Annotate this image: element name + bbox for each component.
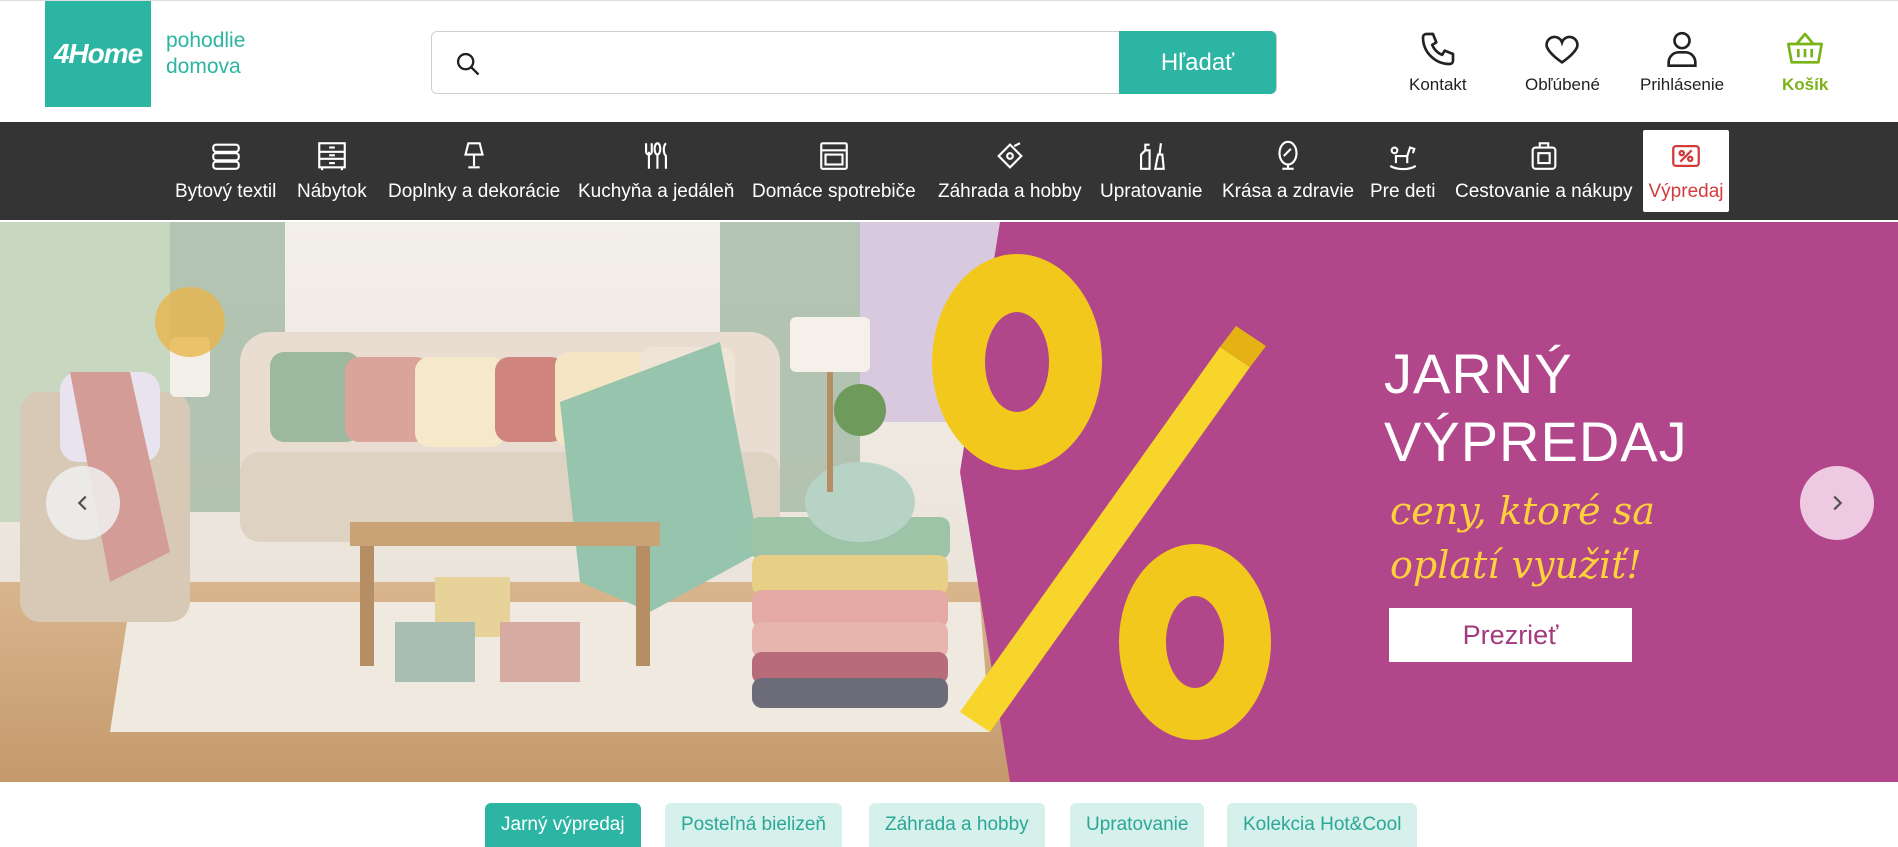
nav-item-vypredaj[interactable]: Výpredaj xyxy=(1643,130,1729,212)
nav-label: Záhrada a hobby xyxy=(938,181,1082,202)
nav-label: Doplnky a dekorácie xyxy=(388,181,561,202)
chip-kolekcia-hot-cool[interactable]: Kolekcia Hot&Cool xyxy=(1227,803,1418,847)
mirror-icon xyxy=(1278,140,1298,170)
login-link[interactable]: Prihlásenie xyxy=(1640,29,1724,95)
favorites-link[interactable]: Obľúbené xyxy=(1525,29,1600,95)
login-label: Prihlásenie xyxy=(1640,75,1725,94)
chip-postelna-bielizen[interactable]: Posteľná bielizeň xyxy=(665,803,842,847)
nav-item-zahrada[interactable]: Záhrada a hobby xyxy=(938,122,1082,220)
chevron-left-icon xyxy=(77,495,87,511)
nav-item-upratovanie[interactable]: Upratovanie xyxy=(1100,122,1202,220)
carousel-next-button[interactable] xyxy=(1800,466,1874,540)
cleaning-icon xyxy=(1140,143,1166,170)
hero-title: JARNÝ VÝPREDAJ xyxy=(1384,340,1688,476)
promo-chips: Jarný výpredaj Posteľná bielizeň Záhrada… xyxy=(0,782,1898,847)
logo[interactable]: 4Home xyxy=(45,1,151,107)
oven-icon xyxy=(820,142,848,170)
search-input[interactable] xyxy=(502,40,1102,85)
basket-icon xyxy=(1787,32,1824,64)
tagline: pohodlie domova xyxy=(166,28,245,80)
sale-tag-icon xyxy=(1672,144,1700,168)
nav-item-cestovanie[interactable]: Cestovanie a nákupy xyxy=(1455,122,1632,220)
lamp-icon xyxy=(464,142,484,169)
search-icon xyxy=(456,52,480,76)
chip-upratovanie[interactable]: Upratovanie xyxy=(1070,803,1205,847)
chip-jarny-vypredaj[interactable]: Jarný výpredaj xyxy=(485,803,641,847)
rocking-horse-icon xyxy=(1389,146,1417,171)
nav-label: Upratovanie xyxy=(1100,181,1203,202)
hero-title-line1: JARNÝ xyxy=(1384,342,1573,405)
nav-item-spotrebice[interactable]: Domáce spotrebiče xyxy=(752,122,916,220)
suitcase-icon xyxy=(1531,142,1557,170)
nav-label: Kuchyňa a jedáleň xyxy=(578,181,735,202)
nav-item-krasa[interactable]: Krása a zdravie xyxy=(1222,122,1354,220)
site-header: 4Home pohodlie domova Hľadať Kontakt Obľ… xyxy=(0,0,1898,122)
chip-zahrada-hobby[interactable]: Záhrada a hobby xyxy=(869,803,1045,847)
hero-cta-button[interactable]: Prezrieť xyxy=(1389,608,1632,662)
chevron-right-icon xyxy=(1833,495,1843,511)
nav-item-doplnky[interactable]: Doplnky a dekorácie xyxy=(388,122,560,220)
tagline-line1: pohodlie xyxy=(166,29,246,52)
favorites-label: Obľúbené xyxy=(1525,75,1600,94)
contact-label: Kontakt xyxy=(1409,75,1467,94)
hero-subtitle: ceny, ktoré sa oplatí využiť! xyxy=(1390,484,1720,592)
phone-icon xyxy=(1421,32,1455,66)
nav-label: Výpredaj xyxy=(1648,181,1724,202)
user-icon xyxy=(1667,31,1697,67)
nav-label: Cestovanie a nákupy xyxy=(1455,181,1633,202)
nav-item-bytovy-textil[interactable]: Bytový textil xyxy=(175,122,276,220)
nav-item-pre-deti[interactable]: Pre deti xyxy=(1370,122,1435,220)
category-nav: Bytový textil Nábytok Doplnky a dekoráci… xyxy=(0,122,1898,220)
cart-link[interactable]: Košík xyxy=(1782,29,1828,95)
hero-subtitle-line1: ceny, ktoré sa xyxy=(1390,489,1655,533)
nav-label: Domáce spotrebiče xyxy=(752,181,916,202)
hero-banner[interactable]: JARNÝ VÝPREDAJ ceny, ktoré sa oplatí vyu… xyxy=(0,222,1898,782)
search-button[interactable]: Hľadať xyxy=(1119,31,1276,94)
towels-icon xyxy=(211,143,240,170)
cutlery-icon xyxy=(645,142,668,169)
logo-text: 4Home xyxy=(53,38,143,69)
nav-label: Bytový textil xyxy=(175,181,277,202)
nav-label: Krása a zdravie xyxy=(1222,181,1355,202)
carousel-prev-button[interactable] xyxy=(46,466,120,540)
heart-icon xyxy=(1545,35,1580,64)
nav-label: Nábytok xyxy=(297,181,367,202)
hero-subtitle-line2: oplatí využiť! xyxy=(1390,543,1642,587)
nav-item-kuchyna[interactable]: Kuchyňa a jedáleň xyxy=(578,122,734,220)
garden-icon xyxy=(996,142,1023,169)
dresser-icon xyxy=(318,142,346,171)
cart-label: Košík xyxy=(1782,75,1829,94)
nav-label: Pre deti xyxy=(1370,181,1436,202)
nav-item-nabytok[interactable]: Nábytok xyxy=(297,122,367,220)
contact-link[interactable]: Kontakt xyxy=(1409,29,1467,95)
tagline-line2: domova xyxy=(166,55,241,78)
hero-title-line2: VÝPREDAJ xyxy=(1384,410,1688,473)
